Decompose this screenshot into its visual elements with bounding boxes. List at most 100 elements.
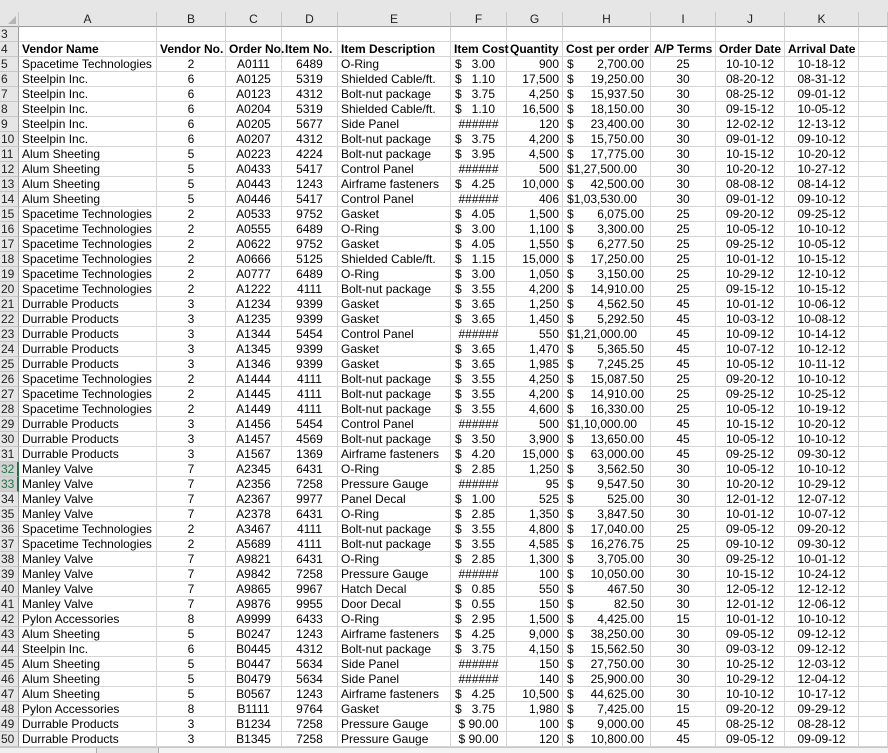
cell-vendor-name[interactable]: Alum Sheeting bbox=[19, 627, 157, 642]
cell-vendor-no[interactable]: 6 bbox=[157, 132, 226, 147]
column-header-k[interactable]: K bbox=[785, 12, 859, 27]
cell-vendor-no[interactable]: 7 bbox=[157, 567, 226, 582]
cell-order-date[interactable]: 09-20-12 bbox=[716, 702, 785, 717]
row-header[interactable]: 49 bbox=[0, 717, 19, 732]
cell-item-cost[interactable]: $3.75 bbox=[451, 87, 507, 102]
column-header-b[interactable]: B bbox=[157, 12, 226, 27]
cell[interactable] bbox=[859, 27, 888, 42]
cell-vendor-no[interactable]: 8 bbox=[157, 702, 226, 717]
row-header[interactable]: 32 bbox=[0, 462, 19, 477]
cell-arrival-date[interactable]: 10-10-12 bbox=[785, 222, 859, 237]
cell-order-no[interactable]: A9821 bbox=[226, 552, 282, 567]
cell[interactable] bbox=[859, 237, 888, 252]
header-order-date[interactable]: Order Date bbox=[716, 42, 785, 57]
cell-ap-terms[interactable]: 15 bbox=[651, 612, 716, 627]
cell-order-date[interactable]: 09-15-12 bbox=[716, 102, 785, 117]
cell-quantity[interactable]: 4,200 bbox=[507, 132, 563, 147]
cell-item-description[interactable]: Shielded Cable/ft. bbox=[338, 102, 451, 117]
cell-cost-per-order[interactable]: $63,000.00 bbox=[563, 447, 651, 462]
cell-quantity[interactable]: 4,200 bbox=[507, 282, 563, 297]
cell[interactable] bbox=[859, 582, 888, 597]
cell-item-description[interactable]: Bolt-nut package bbox=[338, 522, 451, 537]
cell-item-cost[interactable]: ###### bbox=[451, 192, 507, 207]
cell-ap-terms[interactable]: 30 bbox=[651, 162, 716, 177]
cell-vendor-no[interactable]: 8 bbox=[157, 612, 226, 627]
cell-item-no[interactable]: 4312 bbox=[282, 87, 338, 102]
cell-arrival-date[interactable]: 12-12-12 bbox=[785, 582, 859, 597]
cell-item-no[interactable]: 7258 bbox=[282, 732, 338, 747]
cell-item-no[interactable]: 9399 bbox=[282, 342, 338, 357]
cell-item-description[interactable]: Bolt-nut package bbox=[338, 432, 451, 447]
header-vendor-no[interactable]: Vendor No. bbox=[157, 42, 226, 57]
cell-item-cost[interactable]: $0.85 bbox=[451, 582, 507, 597]
column-header-e[interactable]: E bbox=[338, 12, 451, 27]
cell-arrival-date[interactable]: 10-06-12 bbox=[785, 297, 859, 312]
cell-ap-terms[interactable]: 25 bbox=[651, 537, 716, 552]
cell-order-date[interactable]: 10-05-12 bbox=[716, 222, 785, 237]
cell-vendor-no[interactable]: 3 bbox=[157, 297, 226, 312]
cell-cost-per-order[interactable]: $5,365.50 bbox=[563, 342, 651, 357]
cell-order-date[interactable]: 10-05-12 bbox=[716, 432, 785, 447]
cell-order-date[interactable]: 09-10-12 bbox=[716, 537, 785, 552]
cell-arrival-date[interactable]: 09-25-12 bbox=[785, 207, 859, 222]
cell-arrival-date[interactable]: 10-17-12 bbox=[785, 687, 859, 702]
row-header[interactable]: 21 bbox=[0, 297, 19, 312]
row-header[interactable]: 10 bbox=[0, 132, 19, 147]
cell-order-no[interactable]: A9999 bbox=[226, 612, 282, 627]
cell-cost-per-order[interactable]: $3,705.00 bbox=[563, 552, 651, 567]
cell[interactable] bbox=[859, 597, 888, 612]
cell-vendor-name[interactable]: Spacetime Technologies bbox=[19, 267, 157, 282]
cell-arrival-date[interactable]: 10-25-12 bbox=[785, 387, 859, 402]
cell-item-no[interactable]: 4111 bbox=[282, 282, 338, 297]
cell-item-description[interactable]: Gasket bbox=[338, 237, 451, 252]
cell-item-cost[interactable]: $2.95 bbox=[451, 612, 507, 627]
cell-ap-terms[interactable]: 30 bbox=[651, 87, 716, 102]
cell-cost-per-order[interactable]: $9,000.00 bbox=[563, 717, 651, 732]
cell[interactable] bbox=[859, 72, 888, 87]
cell-order-no[interactable]: A1456 bbox=[226, 417, 282, 432]
row-header[interactable]: 22 bbox=[0, 312, 19, 327]
cell[interactable] bbox=[859, 462, 888, 477]
cell-vendor-no[interactable]: 7 bbox=[157, 507, 226, 522]
cell-item-no[interactable]: 4569 bbox=[282, 432, 338, 447]
cell[interactable] bbox=[451, 27, 507, 42]
cell-cost-per-order[interactable]: $14,910.00 bbox=[563, 387, 651, 402]
cell[interactable] bbox=[859, 402, 888, 417]
cell[interactable] bbox=[859, 492, 888, 507]
cell-quantity[interactable]: 4,250 bbox=[507, 372, 563, 387]
cell-order-no[interactable]: A2356 bbox=[226, 477, 282, 492]
cell-order-date[interactable]: 09-01-12 bbox=[716, 192, 785, 207]
cell-quantity[interactable]: 100 bbox=[507, 717, 563, 732]
cell-item-description[interactable]: Side Panel bbox=[338, 117, 451, 132]
cell-item-cost[interactable]: $3.55 bbox=[451, 282, 507, 297]
cell-item-description[interactable]: Airframe fasteners bbox=[338, 627, 451, 642]
cell-item-cost[interactable]: $3.65 bbox=[451, 342, 507, 357]
cell-vendor-no[interactable]: 5 bbox=[157, 672, 226, 687]
row-header[interactable]: 33 bbox=[0, 477, 19, 492]
cell-arrival-date[interactable]: 08-31-12 bbox=[785, 72, 859, 87]
row-header[interactable]: 8 bbox=[0, 102, 19, 117]
cell-item-description[interactable]: O-Ring bbox=[338, 462, 451, 477]
cell-cost-per-order[interactable]: $7,245.25 bbox=[563, 357, 651, 372]
cell-item-no[interactable]: 9955 bbox=[282, 597, 338, 612]
cell-item-cost[interactable]: $ 90.00 bbox=[451, 732, 507, 747]
cell-item-no[interactable]: 6431 bbox=[282, 507, 338, 522]
cell-item-no[interactable]: 6431 bbox=[282, 552, 338, 567]
cell-cost-per-order[interactable]: $23,400.00 bbox=[563, 117, 651, 132]
cell[interactable] bbox=[859, 387, 888, 402]
cell-item-description[interactable]: Hatch Decal bbox=[338, 582, 451, 597]
cell-ap-terms[interactable]: 45 bbox=[651, 312, 716, 327]
cell-order-date[interactable]: 09-20-12 bbox=[716, 207, 785, 222]
cell-quantity[interactable]: 1,500 bbox=[507, 207, 563, 222]
cell-order-date[interactable]: 09-15-12 bbox=[716, 282, 785, 297]
cell-vendor-no[interactable]: 2 bbox=[157, 387, 226, 402]
cell-order-date[interactable]: 12-01-12 bbox=[716, 492, 785, 507]
cell-ap-terms[interactable]: 45 bbox=[651, 417, 716, 432]
cell-order-date[interactable]: 10-07-12 bbox=[716, 342, 785, 357]
cell-arrival-date[interactable]: 12-10-12 bbox=[785, 267, 859, 282]
cell-quantity[interactable]: 3,900 bbox=[507, 432, 563, 447]
cell-order-no[interactable]: A1346 bbox=[226, 357, 282, 372]
cell-arrival-date[interactable]: 10-05-12 bbox=[785, 102, 859, 117]
row-header[interactable]: 18 bbox=[0, 252, 19, 267]
row-header[interactable]: 45 bbox=[0, 657, 19, 672]
